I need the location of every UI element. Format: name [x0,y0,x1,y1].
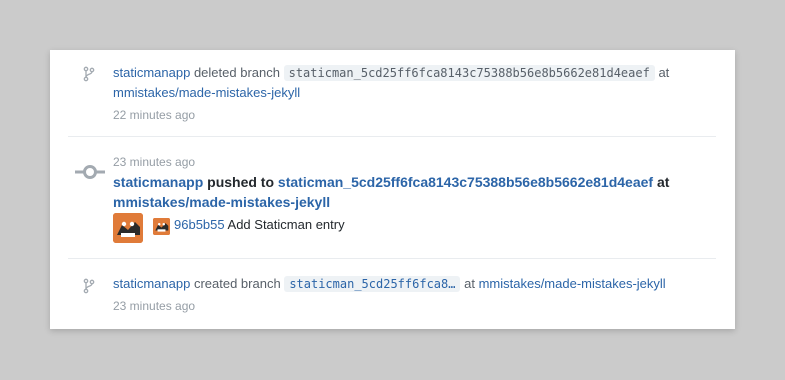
commit-sha-link[interactable]: 96b5b55 [174,217,225,232]
avatar-icon [113,213,143,243]
repo-link[interactable]: mmistakes/made-mistakes-jekyll [113,85,300,100]
avatar[interactable] [113,213,143,243]
repo-link[interactable]: mmistakes/made-mistakes-jekyll [479,276,666,291]
action-text: created branch [193,276,281,291]
branch-link[interactable]: staticman_5cd25ff6fca8143c75388b56e8b566… [278,174,653,190]
event-time: 22 minutes ago [113,108,196,122]
action-text: pushed to [207,174,275,190]
at-text: at [656,174,670,190]
divider [68,136,716,137]
actor-link[interactable]: staticmanapp [113,276,190,291]
actor-link[interactable]: staticmanapp [113,65,190,80]
at-text: at [464,276,475,291]
event-time: 23 minutes ago [113,299,196,313]
repo-link[interactable]: mmistakes/made-mistakes-jekyll [113,194,330,210]
branch-name[interactable]: staticman_5cd25ff6fca8… [284,276,461,292]
actor-link[interactable]: staticmanapp [113,174,203,190]
git-branch-icon [83,66,95,82]
event-time: 23 minutes ago [113,155,196,169]
activity-feed: staticmanapp deleted branch staticman_5c… [50,50,735,329]
branch-name: staticman_5cd25ff6fca8143c75388b56e8b566… [283,65,655,81]
git-branch-icon [83,278,95,294]
avatar[interactable] [153,218,170,235]
action-text: deleted branch [193,65,280,80]
commit-message: Add Staticman entry [227,217,345,232]
at-text: at [658,65,670,80]
git-commit-icon [75,165,105,179]
avatar-icon [153,218,170,235]
divider [68,258,716,259]
